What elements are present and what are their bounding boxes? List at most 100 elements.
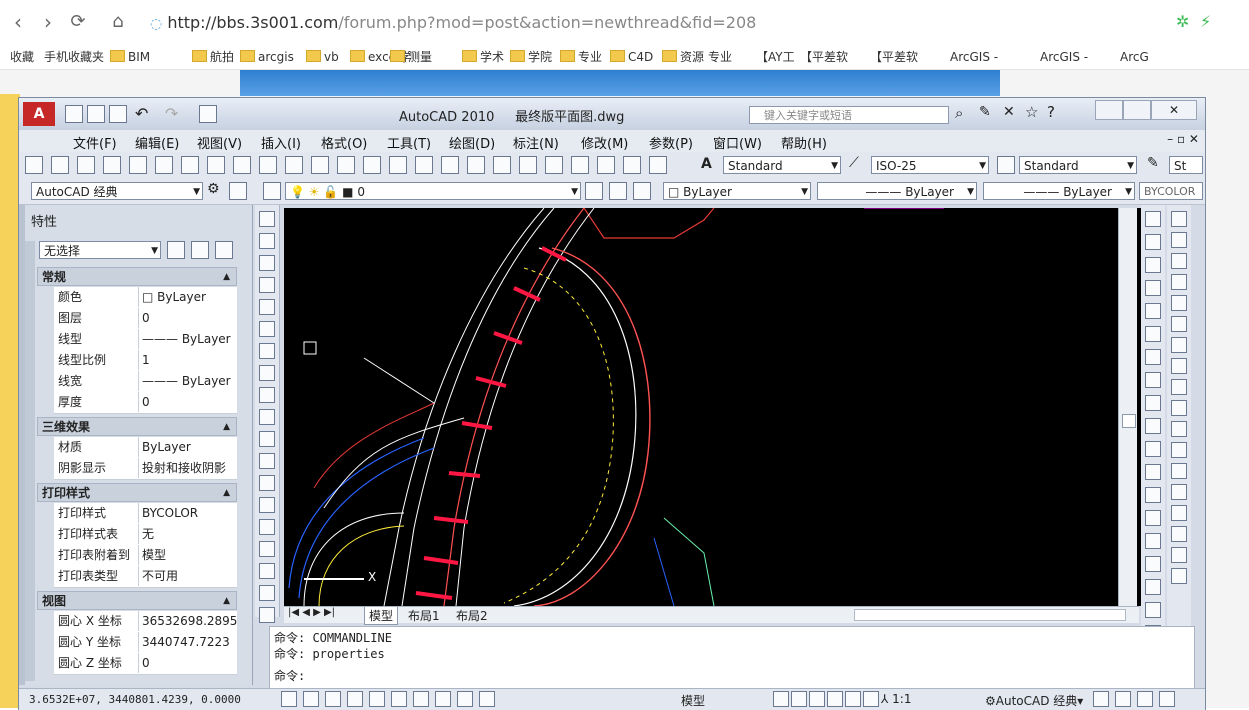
pan-icon[interactable] [389, 156, 407, 174]
layer-previous-icon[interactable] [609, 182, 627, 200]
arc-icon[interactable] [259, 321, 275, 337]
bookmark-item[interactable]: arcgis [240, 48, 294, 66]
zoom-status-icon[interactable] [827, 691, 843, 707]
lineweight-icon[interactable] [457, 691, 473, 707]
bookmark-item[interactable]: 手机收藏夹 [44, 48, 104, 66]
vertical-scrollbar[interactable] [1118, 208, 1137, 606]
close-button[interactable]: ✕ [1151, 100, 1197, 120]
property-value[interactable]: 无 [138, 524, 239, 544]
horizontal-scrollbar[interactable] [854, 609, 1126, 621]
ellipse-icon[interactable] [259, 409, 275, 425]
dynamic-input-icon[interactable] [435, 691, 451, 707]
save-icon[interactable] [109, 105, 127, 123]
bookmark-item[interactable]: BIM [110, 48, 150, 66]
new-icon[interactable] [25, 156, 43, 174]
property-row[interactable]: 打印表类型 不可用 [54, 566, 237, 588]
spline-icon[interactable] [259, 387, 275, 403]
plot-preview-icon[interactable] [129, 156, 147, 174]
hatch-icon[interactable] [259, 519, 275, 535]
quickcalc-icon[interactable] [623, 156, 641, 174]
layer-state-icon[interactable] [633, 182, 651, 200]
bookmark-item[interactable]: 收藏 [10, 48, 34, 66]
modify-tool-icon[interactable] [1171, 295, 1187, 311]
multileader-style-icon[interactable]: ✎ [1147, 155, 1159, 171]
dimension-tool-icon[interactable] [1145, 349, 1161, 365]
region-icon[interactable] [259, 563, 275, 579]
property-section-header[interactable]: 视图 ▲ [37, 591, 237, 610]
model-space-button[interactable]: 模型 [681, 692, 705, 709]
modify-tool-icon[interactable] [1171, 400, 1187, 416]
dimension-tool-icon[interactable] [1145, 533, 1161, 549]
property-row[interactable]: 线型比例 1 [54, 350, 237, 372]
isolate-objects-icon[interactable] [1137, 691, 1153, 707]
undo-icon[interactable] [337, 156, 355, 174]
property-value[interactable]: 0 [138, 308, 239, 328]
menu-item[interactable]: 参数(P) [649, 133, 693, 152]
layer-properties-icon[interactable] [263, 182, 281, 200]
dimension-tool-icon[interactable] [1145, 280, 1161, 296]
ellipse-arc-icon[interactable] [259, 431, 275, 447]
make-block-icon[interactable] [259, 475, 275, 491]
help-icon[interactable]: ? [1047, 103, 1055, 121]
bolt-icon[interactable]: ⚡ [1200, 12, 1211, 31]
block-editor-icon[interactable] [311, 156, 329, 174]
line-icon[interactable] [259, 211, 275, 227]
modify-tool-icon[interactable] [1171, 547, 1187, 563]
bookmark-item[interactable]: 【AY工 [756, 48, 795, 66]
property-value[interactable]: 投射和接收阴影 [138, 458, 239, 478]
multileader-style-combo[interactable]: St [1169, 156, 1203, 174]
property-row[interactable]: 圆心 Z 坐标 0 [54, 653, 237, 675]
bookmark-item[interactable]: ArcGIS - [1040, 48, 1088, 66]
menu-item[interactable]: 文件(F) [73, 133, 117, 152]
property-value[interactable]: 不可用 [138, 566, 239, 586]
new-file-icon[interactable] [65, 105, 83, 123]
properties-icon[interactable] [493, 156, 511, 174]
dimension-tool-icon[interactable] [1145, 441, 1161, 457]
rectangle-icon[interactable] [259, 299, 275, 315]
dimension-tool-icon[interactable] [1145, 372, 1161, 388]
modify-tool-icon[interactable] [1171, 463, 1187, 479]
text-style-combo[interactable]: Standard ▼ [723, 156, 841, 174]
circle-icon[interactable] [259, 343, 275, 359]
reload-icon[interactable]: ⟳ [64, 8, 92, 36]
dimension-tool-icon[interactable] [1145, 602, 1161, 618]
modify-tool-icon[interactable] [1171, 358, 1187, 374]
property-row[interactable]: 打印样式表 无 [54, 524, 237, 546]
collapse-icon[interactable]: ▲ [223, 268, 230, 287]
dimension-tool-icon[interactable] [1145, 257, 1161, 273]
modify-tool-icon[interactable] [1171, 253, 1187, 269]
redo-icon[interactable] [363, 156, 381, 174]
construction-line-icon[interactable] [259, 233, 275, 249]
tab-layout1[interactable]: 布局1 [404, 607, 444, 624]
property-row[interactable]: 打印表附着到 模型 [54, 545, 237, 567]
collapse-icon[interactable]: ▲ [223, 484, 230, 503]
property-row[interactable]: 阴影显示 投射和接收阴影 [54, 458, 237, 480]
text-style-icon[interactable]: A [701, 156, 712, 172]
menu-item[interactable]: 编辑(E) [135, 133, 179, 152]
open-file-icon[interactable] [87, 105, 105, 123]
workspace-combo[interactable]: AutoCAD 经典 ▼ [31, 182, 203, 200]
minimize-button[interactable] [1095, 100, 1123, 120]
menu-item[interactable]: 帮助(H) [781, 133, 827, 152]
select-objects-icon[interactable] [191, 241, 209, 259]
bookmark-item[interactable]: ArcG [1120, 48, 1149, 66]
annotation-scale[interactable]: ⅄ 1:1 [881, 692, 911, 706]
bookmark-item[interactable]: 专业 [560, 48, 602, 66]
dimension-tool-icon[interactable] [1145, 556, 1161, 572]
hardware-acceleration-icon[interactable] [1115, 691, 1131, 707]
polar-tracking-icon[interactable] [347, 691, 363, 707]
open-icon[interactable] [51, 156, 69, 174]
menu-item[interactable]: 工具(T) [387, 133, 431, 152]
ortho-mode-icon[interactable] [325, 691, 341, 707]
modify-tool-icon[interactable] [1171, 442, 1187, 458]
property-section-header[interactable]: 三维效果 ▲ [37, 417, 237, 436]
grid-display-icon[interactable] [303, 691, 319, 707]
bookmark-item[interactable]: 学院 [510, 48, 552, 66]
document-window-controls[interactable]: – ▫ ✕ [1167, 132, 1199, 146]
steering-wheel-icon[interactable] [845, 691, 861, 707]
dim-style-icon[interactable]: ⟋ [849, 155, 859, 171]
property-value[interactable]: □ ByLayer [138, 287, 239, 307]
dynamic-ucs-icon[interactable] [413, 691, 429, 707]
table-style-icon[interactable] [997, 156, 1015, 174]
tool-palettes-icon[interactable] [545, 156, 563, 174]
